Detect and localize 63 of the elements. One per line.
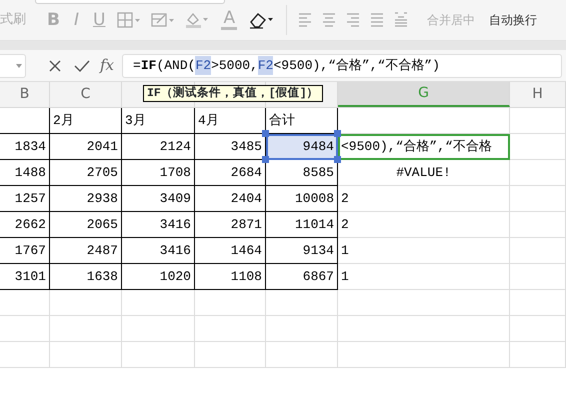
borders-icon[interactable] xyxy=(117,12,142,28)
table-cell: 1638 xyxy=(50,264,122,290)
column-header[interactable]: H xyxy=(510,82,566,107)
bold-button[interactable]: B xyxy=(40,12,67,28)
table-cell: 8585 xyxy=(266,160,338,186)
align-center-icon[interactable] xyxy=(322,12,336,28)
table-cell: 2065 xyxy=(50,212,122,238)
column-header[interactable]: B xyxy=(0,82,50,107)
fill-color-icon[interactable] xyxy=(185,11,210,29)
table-cell: 2404 xyxy=(195,186,266,212)
table-cell: 2124 xyxy=(122,134,195,160)
table-cell: 6867 xyxy=(266,264,338,290)
table-cell: 1 xyxy=(338,264,510,290)
align-right-icon[interactable] xyxy=(346,12,360,28)
justify-icon[interactable] xyxy=(370,12,384,28)
table-cell: 3416 xyxy=(122,212,195,238)
wrap-text-button[interactable]: 自动换行 xyxy=(489,11,538,29)
table-cell: 11014 xyxy=(266,212,338,238)
table-cell: 3416 xyxy=(122,238,195,264)
editing-cell: <9500),“合格”,“不合格 xyxy=(338,134,510,160)
table-cell: 1464 xyxy=(195,238,266,264)
table-cell: 3409 xyxy=(122,186,195,212)
insert-function-button[interactable]: fx xyxy=(100,54,114,77)
cell-style-icon[interactable] xyxy=(151,12,176,28)
table-cell: 1020 xyxy=(122,264,195,290)
table-cell: 1257 xyxy=(0,186,50,212)
table-cell: 1708 xyxy=(122,160,195,186)
eraser-icon[interactable] xyxy=(249,11,276,29)
confirm-icon[interactable] xyxy=(74,58,90,72)
table-cell: 1834 xyxy=(0,134,50,160)
column-header[interactable]: G xyxy=(338,82,510,107)
function-tooltip: IF（测试条件，真值，[假值]） xyxy=(143,85,323,102)
table-cell: 1 xyxy=(338,238,510,264)
table-cell: 2041 xyxy=(50,134,122,160)
align-left-icon[interactable] xyxy=(298,12,312,28)
table-cell: 3101 xyxy=(0,264,50,290)
formula-input[interactable]: =IF(AND(F2>5000,F2<9500),“合格”,“不合格”) xyxy=(122,54,562,78)
table-cell: 1488 xyxy=(0,160,50,186)
header-cell: 3月 xyxy=(122,108,195,134)
table-cell: #VALUE! xyxy=(338,160,510,186)
cancel-icon[interactable] xyxy=(48,58,62,72)
caret-icon[interactable] xyxy=(16,64,22,68)
table-cell: 2487 xyxy=(50,238,122,264)
table-cell: 2684 xyxy=(195,160,266,186)
column-header[interactable]: C xyxy=(50,82,122,107)
italic-button[interactable]: I xyxy=(66,12,86,28)
table-cell: 2 xyxy=(338,212,510,238)
underline-button[interactable]: U xyxy=(86,12,112,28)
table-cell: 9134 xyxy=(266,238,338,264)
table-cell: 2705 xyxy=(50,160,122,186)
table-cell: 2938 xyxy=(50,186,122,212)
table-cell: 2662 xyxy=(0,212,50,238)
table-cell: 2871 xyxy=(195,212,266,238)
table-cell: 1108 xyxy=(195,264,266,290)
font-color-button[interactable]: A xyxy=(221,10,238,30)
header-cell: 2月 xyxy=(50,108,122,134)
empty-cell[interactable] xyxy=(0,108,50,134)
table-cell: 2 xyxy=(338,186,510,212)
table-cell: 1767 xyxy=(0,238,50,264)
distributed-icon[interactable] xyxy=(394,12,408,28)
name-box[interactable] xyxy=(0,54,26,78)
format-painter-label[interactable]: 式刷 xyxy=(0,10,26,30)
table-cell: 10008 xyxy=(266,186,338,212)
